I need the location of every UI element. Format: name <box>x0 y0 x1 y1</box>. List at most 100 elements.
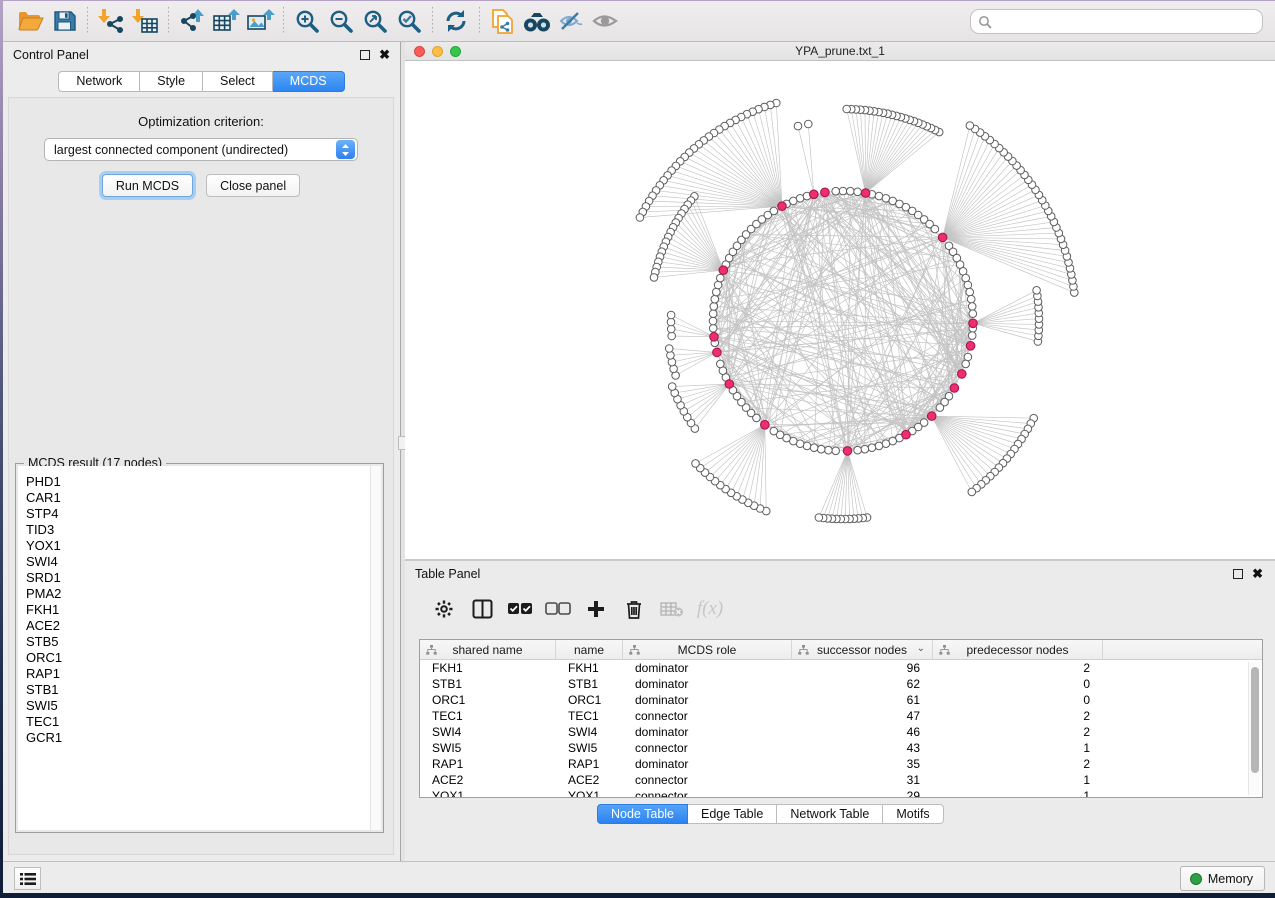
import-table-icon[interactable] <box>128 5 162 37</box>
mcds-result-item[interactable]: STP4 <box>18 506 381 522</box>
mcds-result-item[interactable]: FKH1 <box>18 602 381 618</box>
network-title: YPA_prune.txt_1 <box>795 44 885 58</box>
network-canvas[interactable] <box>405 61 1275 559</box>
column-header-MCDS-role[interactable]: MCDS role <box>623 640 792 660</box>
close-panel-icon[interactable]: ✖ <box>379 50 390 60</box>
table-scrollbar[interactable] <box>1248 662 1260 795</box>
table-row[interactable]: RAP1RAP1dominator352 <box>420 756 1262 772</box>
memory-button[interactable]: Memory <box>1180 866 1265 891</box>
mcds-result-item[interactable]: YOX1 <box>18 538 381 554</box>
mcds-result-item[interactable]: TEC1 <box>18 714 381 730</box>
cell-successor-nodes: 61 <box>792 692 933 708</box>
delete-columns-icon[interactable] <box>615 594 653 624</box>
tab-node-table[interactable]: Node Table <box>597 804 688 824</box>
table-row[interactable]: TEC1TEC1connector472 <box>420 708 1262 724</box>
tab-select[interactable]: Select <box>203 71 273 92</box>
split-panel-icon[interactable] <box>463 594 501 624</box>
table-row[interactable]: SWI4SWI4dominator462 <box>420 724 1262 740</box>
cell-shared-name: YOX1 <box>420 788 556 798</box>
status-bar: Memory <box>3 861 1275 893</box>
show-all-icon[interactable] <box>588 5 622 37</box>
mcds-result-item[interactable]: RAP1 <box>18 666 381 682</box>
export-network-icon[interactable] <box>175 5 209 37</box>
add-column-icon[interactable] <box>577 594 615 624</box>
table-row[interactable]: FKH1FKH1dominator962 <box>420 660 1262 676</box>
save-session-icon[interactable] <box>47 5 81 37</box>
table-settings-icon[interactable] <box>425 594 463 624</box>
table-row[interactable]: ORC1ORC1dominator610 <box>420 692 1262 708</box>
cell-successor-nodes: 96 <box>792 660 933 676</box>
mcds-result-item[interactable]: CAR1 <box>18 490 381 506</box>
network-graph[interactable] <box>405 61 1275 559</box>
search-input[interactable] <box>997 12 1262 32</box>
cell-MCDS-role: connector <box>623 788 792 798</box>
mcds-result-item[interactable]: SWI5 <box>18 698 381 714</box>
main-toolbar <box>3 1 1275 42</box>
tab-network-table[interactable]: Network Table <box>777 804 883 824</box>
first-neighbors-icon[interactable] <box>520 5 554 37</box>
mcds-result-item[interactable]: PHD1 <box>18 474 381 490</box>
delete-table-icon[interactable] <box>653 594 691 624</box>
close-panel-button[interactable]: Close panel <box>206 174 300 197</box>
control-panel-tabbar: NetworkStyleSelectMCDS <box>3 67 400 95</box>
table-row[interactable]: ACE2ACE2connector311 <box>420 772 1262 788</box>
tab-network[interactable]: Network <box>58 71 140 92</box>
tab-motifs[interactable]: Motifs <box>883 804 943 824</box>
run-mcds-button[interactable]: Run MCDS <box>102 174 193 197</box>
zoom-selected-icon[interactable] <box>392 5 426 37</box>
mcds-result-item[interactable]: SWI4 <box>18 554 381 570</box>
tab-mcds[interactable]: MCDS <box>273 71 345 92</box>
network-window-titlebar[interactable]: YPA_prune.txt_1 <box>405 42 1275 61</box>
zoom-in-icon[interactable] <box>290 5 324 37</box>
cell-shared-name: SWI4 <box>420 724 556 740</box>
table-row[interactable]: YOX1YOX1connector291 <box>420 788 1262 798</box>
column-header-shared-name[interactable]: shared name <box>420 640 556 660</box>
refresh-layout-icon[interactable] <box>439 5 473 37</box>
open-file-icon[interactable] <box>13 5 47 37</box>
zoom-fit-icon[interactable] <box>358 5 392 37</box>
import-network-icon[interactable] <box>94 5 128 37</box>
right-stack: YPA_prune.txt_1 Table Panel ✖ <box>405 42 1275 861</box>
mcds-result-item[interactable]: STB5 <box>18 634 381 650</box>
close-table-panel-icon[interactable]: ✖ <box>1252 569 1263 579</box>
tab-edge-table[interactable]: Edge Table <box>688 804 777 824</box>
mcds-result-list[interactable]: PHD1CAR1STP4TID3YOX1SWI4SRD1PMA2FKH1ACE2… <box>18 466 381 830</box>
deselect-all-rows-icon[interactable] <box>539 594 577 624</box>
cell-shared-name: RAP1 <box>420 756 556 772</box>
mcds-result-item[interactable]: SRD1 <box>18 570 381 586</box>
mcds-result-item[interactable]: GCR1 <box>18 730 381 746</box>
export-image-icon[interactable] <box>243 5 277 37</box>
cell-successor-nodes: 46 <box>792 724 933 740</box>
column-header-name[interactable]: name <box>556 640 623 660</box>
cell-shared-name: STB1 <box>420 676 556 692</box>
window-minimize-traffic-icon[interactable] <box>432 46 443 57</box>
column-header-successor-nodes[interactable]: successor nodes⌄ <box>792 640 933 660</box>
table-scrollbar-thumb[interactable] <box>1251 667 1259 773</box>
mcds-result-item[interactable]: TID3 <box>18 522 381 538</box>
mcds-result-item[interactable]: STB1 <box>18 682 381 698</box>
fx-label: f(x) <box>697 598 723 620</box>
cell-MCDS-role: connector <box>623 772 792 788</box>
float-panel-icon[interactable] <box>360 50 370 60</box>
table-row[interactable]: STB1STB1dominator620 <box>420 676 1262 692</box>
export-table-icon[interactable] <box>209 5 243 37</box>
select-all-rows-icon[interactable] <box>501 594 539 624</box>
window-close-traffic-icon[interactable] <box>414 46 425 57</box>
task-history-button[interactable] <box>14 867 41 890</box>
optimization-criterion-select[interactable]: largest connected component (undirected) <box>44 138 358 161</box>
float-table-panel-icon[interactable] <box>1233 569 1243 579</box>
function-builder-icon[interactable]: f(x) <box>691 594 729 624</box>
window-zoom-traffic-icon[interactable] <box>450 46 461 57</box>
table-row[interactable]: SWI5SWI5connector431 <box>420 740 1262 756</box>
zoom-out-icon[interactable] <box>324 5 358 37</box>
mcds-result-item[interactable]: ORC1 <box>18 650 381 666</box>
mcds-result-item[interactable]: ACE2 <box>18 618 381 634</box>
column-header-predecessor-nodes[interactable]: predecessor nodes <box>933 640 1103 660</box>
hide-selected-icon[interactable] <box>554 5 588 37</box>
result-list-scrollbar[interactable] <box>370 466 381 830</box>
clone-network-icon[interactable] <box>486 5 520 37</box>
search-box[interactable] <box>970 9 1263 34</box>
tab-style[interactable]: Style <box>140 71 203 92</box>
toolbar-separator <box>479 7 480 35</box>
mcds-result-item[interactable]: PMA2 <box>18 586 381 602</box>
